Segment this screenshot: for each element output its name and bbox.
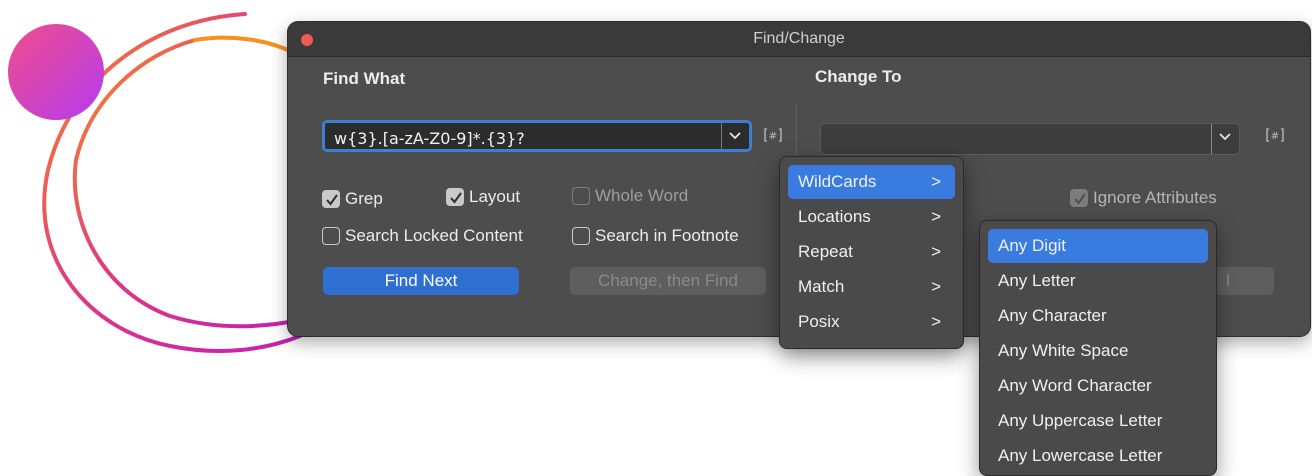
submenu-item-any-letter[interactable]: Any Letter xyxy=(988,264,1208,298)
change-history-dropdown[interactable] xyxy=(1211,124,1239,154)
submenu-item-any-word-character[interactable]: Any Word Character xyxy=(988,369,1208,403)
special-characters-menu: WildCards > Locations > Repeat > Match >… xyxy=(780,157,963,348)
menu-item-label: Repeat xyxy=(798,242,853,261)
chevron-right-icon: > xyxy=(931,277,941,296)
submenu-item-any-lowercase-letter[interactable]: Any Lowercase Letter xyxy=(988,439,1208,473)
checkmark-icon xyxy=(450,192,462,204)
layout-checkbox[interactable] xyxy=(446,188,464,206)
change-to-field[interactable] xyxy=(820,123,1240,155)
change-to-label: Change To xyxy=(815,67,902,86)
search-locked-label: Search Locked Content xyxy=(345,226,523,245)
menu-item-label: Locations xyxy=(798,207,871,226)
submenu-item-any-white-space[interactable]: Any White Space xyxy=(988,334,1208,368)
whole-word-label: Whole Word xyxy=(595,186,689,205)
ignore-attributes-option[interactable]: Ignore Attributes xyxy=(1070,188,1217,208)
svg-text:#: # xyxy=(769,131,777,142)
chevron-down-icon xyxy=(729,132,741,140)
ignore-attributes-checkbox[interactable] xyxy=(1070,189,1088,207)
change-then-find-button[interactable]: Change, then Find xyxy=(570,267,766,295)
chevron-right-icon: > xyxy=(931,172,941,191)
find-what-value: w{3}.[a-zA-Z0-9]*.{3}? xyxy=(334,129,525,148)
special-characters-icon[interactable]: # xyxy=(762,126,784,146)
chevron-right-icon: > xyxy=(931,312,941,331)
ignore-attributes-label: Ignore Attributes xyxy=(1093,188,1217,207)
whole-word-checkbox[interactable] xyxy=(572,187,590,205)
find-what-field[interactable]: w{3}.[a-zA-Z0-9]*.{3}? xyxy=(322,120,752,152)
submenu-item-any-character[interactable]: Any Character xyxy=(988,299,1208,333)
submenu-item-any-digit[interactable]: Any Digit xyxy=(988,229,1208,263)
submenu-item-any-uppercase-letter[interactable]: Any Uppercase Letter xyxy=(988,404,1208,438)
menu-item-repeat[interactable]: Repeat > xyxy=(788,235,955,269)
search-locked-option[interactable]: Search Locked Content xyxy=(322,226,523,246)
chevron-right-icon: > xyxy=(931,242,941,261)
search-footnote-label: Search in Footnote xyxy=(595,226,739,245)
menu-item-wildcards[interactable]: WildCards > xyxy=(788,165,955,199)
grep-option[interactable]: Grep xyxy=(322,189,383,209)
chevron-down-icon xyxy=(1219,133,1231,141)
search-locked-checkbox[interactable] xyxy=(322,227,340,245)
window-title: Find/Change xyxy=(753,30,845,47)
svg-text:#: # xyxy=(1271,131,1279,142)
checkmark-icon xyxy=(326,194,338,206)
find-history-dropdown[interactable] xyxy=(721,123,749,149)
layout-label: Layout xyxy=(469,187,521,206)
menu-item-locations[interactable]: Locations > xyxy=(788,200,955,234)
layout-option[interactable]: Layout xyxy=(446,187,520,207)
wildcards-submenu: Any Digit Any Letter Any Character Any W… xyxy=(980,221,1216,475)
chevron-right-icon: > xyxy=(931,207,941,226)
whole-word-option[interactable]: Whole Word xyxy=(572,186,688,206)
search-footnote-checkbox[interactable] xyxy=(572,227,590,245)
checkmark-icon xyxy=(1074,193,1086,205)
grep-label: Grep xyxy=(345,189,383,208)
grep-checkbox[interactable] xyxy=(322,190,340,208)
special-characters-icon[interactable]: # xyxy=(1264,126,1286,146)
menu-item-posix[interactable]: Posix > xyxy=(788,305,955,339)
title-bar: Find/Change xyxy=(288,22,1310,57)
menu-item-label: Match xyxy=(798,277,845,296)
find-next-button[interactable]: Find Next xyxy=(323,267,519,295)
search-footnote-option[interactable]: Search in Footnote xyxy=(572,226,739,246)
find-what-label: Find What xyxy=(323,69,406,88)
menu-item-label: WildCards xyxy=(798,172,877,191)
menu-item-label: Posix xyxy=(798,312,840,331)
menu-item-match[interactable]: Match > xyxy=(788,270,955,304)
